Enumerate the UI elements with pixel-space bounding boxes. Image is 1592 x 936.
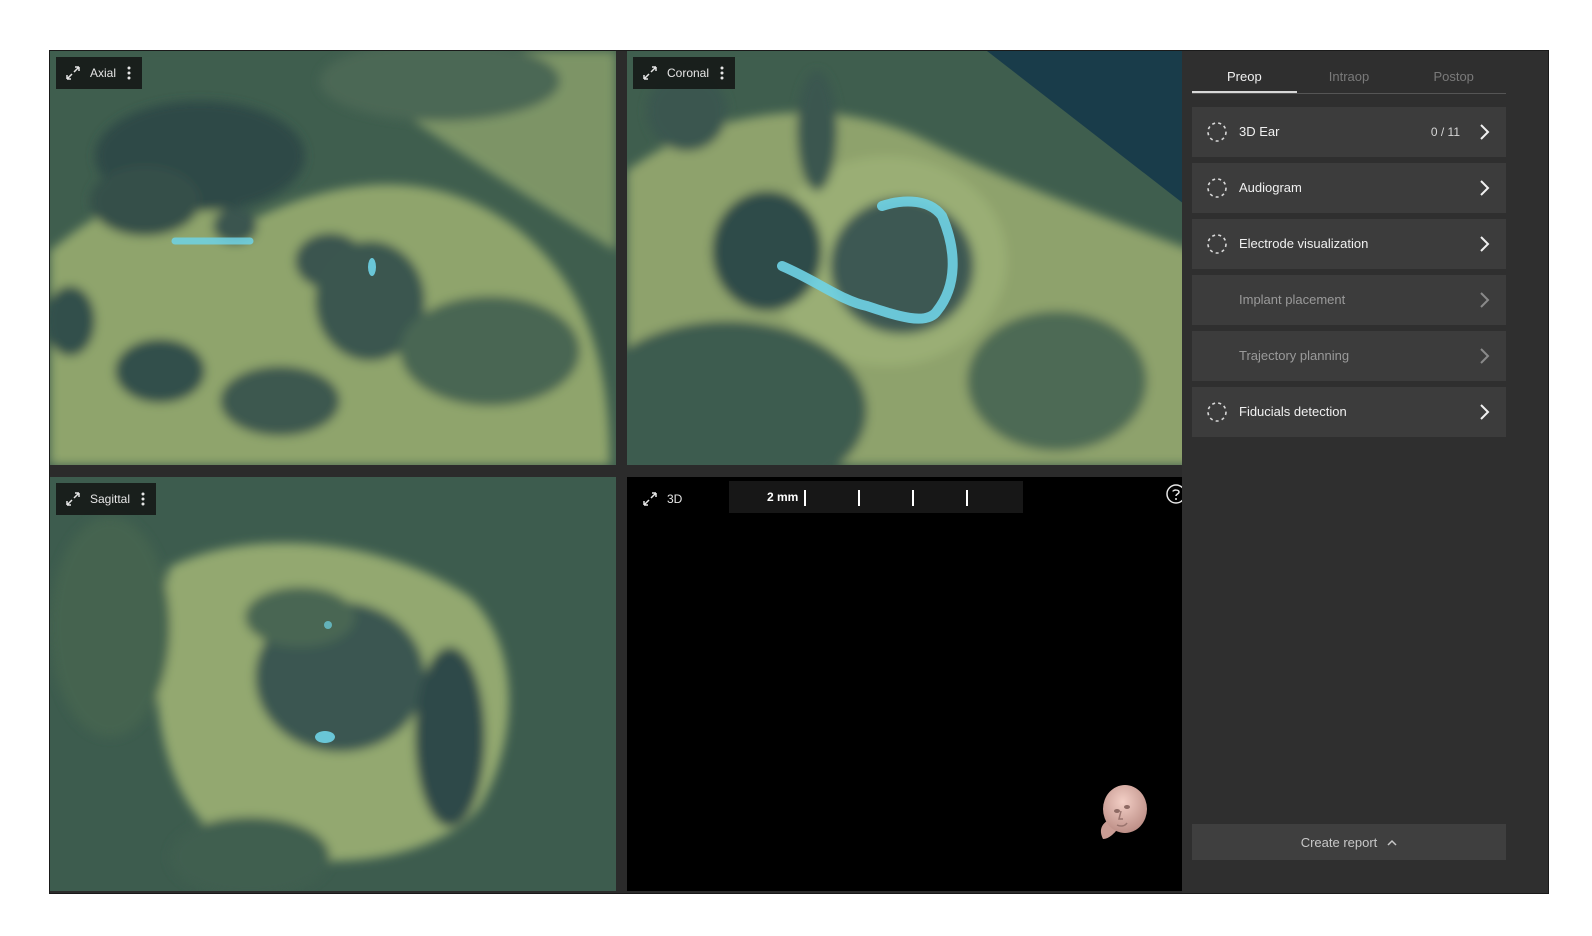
create-report-button[interactable]: Create report <box>1192 824 1506 860</box>
tab-intraop[interactable]: Intraop <box>1297 65 1402 93</box>
chevron-right-icon <box>1476 402 1492 422</box>
sagittal-ct-image <box>50 477 616 891</box>
phase-tabs: Preop Intraop Postop <box>1192 65 1506 94</box>
dashed-circle-icon <box>1206 121 1228 143</box>
scale-tick <box>966 490 968 506</box>
step-electrode-visualization[interactable]: Electrode visualization <box>1192 219 1506 269</box>
expand-icon[interactable] <box>637 486 663 512</box>
head-orientation-icon[interactable] <box>1089 781 1153 845</box>
kebab-menu-icon[interactable] <box>715 60 729 86</box>
coronal-title: Coronal <box>667 66 710 80</box>
axial-viewport[interactable]: Axial <box>50 51 616 465</box>
app-window: Axial Coronal Sagittal 3D 2 mm Preop Int… <box>49 50 1549 894</box>
step-3d-ear[interactable]: 3D Ear 0 / 11 <box>1192 107 1506 157</box>
expand-icon[interactable] <box>60 486 86 512</box>
create-report-label: Create report <box>1300 834 1378 850</box>
axial-title: Axial <box>90 66 117 80</box>
step-label: Electrode visualization <box>1239 236 1369 251</box>
chevron-up-icon <box>1387 835 1397 850</box>
dashed-circle-icon <box>1206 233 1228 255</box>
chevron-right-icon <box>1476 346 1492 366</box>
chevron-right-icon <box>1476 234 1492 254</box>
step-label: Trajectory planning <box>1239 348 1350 363</box>
dashed-circle-icon <box>1206 401 1228 423</box>
sagittal-header: Sagittal <box>56 483 157 515</box>
step-implant-placement[interactable]: Implant placement <box>1192 275 1506 325</box>
scale-tick <box>912 490 914 506</box>
kebab-menu-icon[interactable] <box>136 486 150 512</box>
step-trajectory-planning[interactable]: Trajectory planning <box>1192 331 1506 381</box>
axial-ct-image <box>50 51 616 465</box>
chevron-right-icon <box>1476 178 1492 198</box>
step-fiducials-detection[interactable]: Fiducials detection <box>1192 387 1506 437</box>
dashed-circle-icon <box>1206 177 1228 199</box>
coronal-viewport[interactable]: Coronal <box>627 51 1193 465</box>
step-label: Fiducials detection <box>1239 404 1347 419</box>
3d-viewport[interactable]: 3D 2 mm <box>627 477 1193 891</box>
sagittal-title: Sagittal <box>90 492 131 506</box>
step-audiogram[interactable]: Audiogram <box>1192 163 1506 213</box>
chevron-right-icon <box>1476 122 1492 142</box>
coronal-header: Coronal <box>633 57 736 89</box>
scale-label: 2 mm <box>767 490 799 504</box>
chevron-right-icon <box>1476 290 1492 310</box>
axial-header: Axial <box>56 57 143 89</box>
scale-bar: 2 mm <box>729 481 1023 513</box>
kebab-menu-icon[interactable] <box>122 60 136 86</box>
scale-tick <box>804 490 806 506</box>
coronal-ct-image <box>627 51 1193 465</box>
scale-tick <box>858 490 860 506</box>
tab-postop[interactable]: Postop <box>1401 65 1506 93</box>
step-label: 3D Ear <box>1239 124 1280 139</box>
tab-preop[interactable]: Preop <box>1192 65 1297 93</box>
step-progress-count: 0 / 11 <box>1430 125 1460 139</box>
workflow-panel: Preop Intraop Postop 3D Ear 0 / 11 Audio… <box>1182 51 1548 893</box>
sagittal-viewport[interactable]: Sagittal <box>50 477 616 891</box>
expand-icon[interactable] <box>637 60 663 86</box>
3d-title: 3D <box>667 492 683 506</box>
workflow-steps: 3D Ear 0 / 11 Audiogram Electrode visual… <box>1192 107 1506 443</box>
step-label: Audiogram <box>1239 180 1302 195</box>
3d-header: 3D <box>633 483 694 515</box>
step-label: Implant placement <box>1239 292 1346 307</box>
expand-icon[interactable] <box>60 60 86 86</box>
